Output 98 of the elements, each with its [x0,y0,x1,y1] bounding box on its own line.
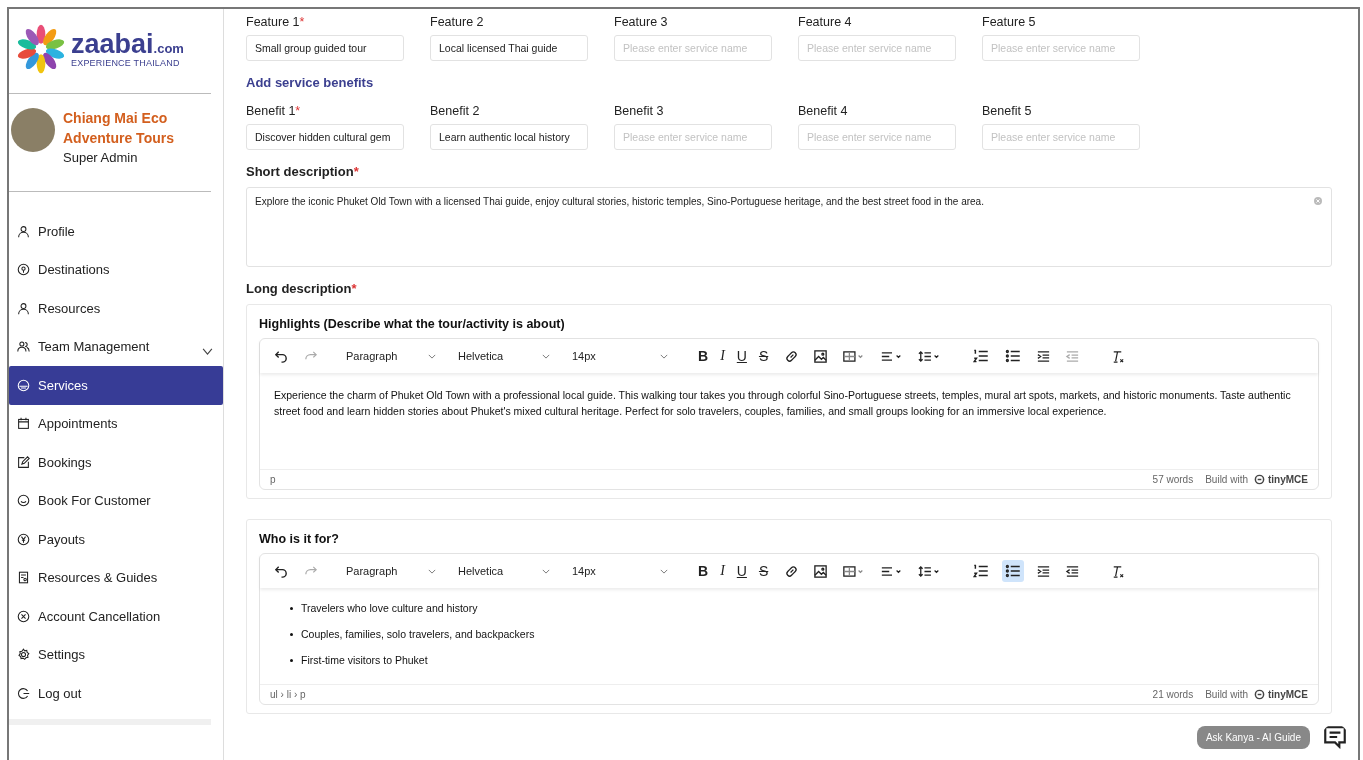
format-button[interactable]: U [732,348,751,364]
list-item: First-time visitors to Phuket [301,654,428,666]
caret-icon[interactable] [660,353,668,359]
document-icon [17,571,30,585]
font-size-dropdown[interactable]: 14px [566,559,674,583]
format-button[interactable]: U [732,563,751,579]
bullet-icon [290,632,293,636]
format-button[interactable]: B [694,348,713,364]
person-icon [17,224,30,238]
cancel-icon [17,609,30,623]
caret-icon[interactable] [542,568,550,574]
field-label: Benefit 5 [982,104,1033,118]
text-input[interactable]: Please enter service name [982,35,1140,61]
field-label: Feature 3 [614,15,669,29]
business-name: Chiang Mai Eco Adventure Tours [63,109,175,148]
logo-tagline: EXPERIENCE THAILAND [71,57,181,68]
field-label: Feature 2 [430,15,485,29]
calendar-icon [17,417,30,431]
sidebar-item[interactable]: Log out [9,674,223,713]
section-label: Long description* [246,281,358,296]
text-input[interactable]: Please enter service name [614,35,772,61]
tinymce-logo-icon [1254,474,1265,485]
tinymce-logo-icon [1254,689,1265,700]
sidebar-item[interactable]: Destinations [9,250,223,289]
caret-icon[interactable] [660,568,668,574]
caret-icon[interactable] [542,353,550,359]
text-input[interactable]: Please enter service name [982,124,1140,150]
brand-credit: Build with [1205,689,1248,700]
text-input[interactable]: Please enter service name [614,124,772,150]
photo-placeholder [11,108,55,152]
text-input[interactable]: Local licensed Thai guide [430,35,588,61]
coin-icon [17,532,30,546]
brand-name: tinyMCE [1268,689,1308,700]
sidebar-item[interactable]: Appointments [9,404,223,443]
bullet-list-icon[interactable] [1002,560,1025,582]
sidebar-item[interactable]: Settings [9,635,223,674]
location-pin-icon [17,263,30,277]
smiley-icon [17,494,30,508]
sidebar-item[interactable]: Account Cancellation [9,597,223,636]
format-button[interactable]: S [754,563,773,579]
edit-icon [17,455,30,469]
brand-name: tinyMCE [1268,474,1308,485]
field-label: Benefit 1* [246,104,302,118]
bullet-icon [290,606,293,610]
block-format-dropdown[interactable]: Paragraph [340,559,442,583]
people-icon [17,340,30,354]
sidebar-item[interactable]: Payouts [9,520,223,559]
word-count: 57 words [1152,474,1194,485]
brand-credit: Build with [1205,474,1248,485]
font-size-dropdown[interactable]: 14px [566,344,674,368]
font-family-dropdown[interactable]: Helvetica [452,559,556,583]
list-item: Travelers who love culture and history [301,602,478,614]
text-input[interactable]: Learn authentic local history [430,124,588,150]
field-label: Feature 5 [982,15,1037,29]
sidebar-item[interactable]: Services [9,366,223,405]
block-format-dropdown[interactable]: Paragraph [340,344,442,368]
text-input[interactable]: Small group guided tour [246,35,404,61]
sidebar-item[interactable]: Book For Customer [9,481,223,520]
service-icon [17,378,30,392]
person-icon [17,301,30,315]
text-input[interactable]: Please enter service name [798,35,956,61]
logo-wordmark: zaabai.com [71,30,184,58]
assistant-tooltip[interactable]: Ask Kanya - AI Guide [1196,725,1310,749]
section-label: Short description* [246,164,360,179]
settings-icon [17,648,30,662]
format-button[interactable]: S [754,348,773,364]
caret-icon[interactable] [428,568,436,574]
sidebar-item[interactable]: Team Management [9,327,223,366]
user-role: Super Admin [63,150,139,165]
field-label: Benefit 4 [798,104,849,118]
field-label: Benefit 2 [430,104,481,118]
sidebar-item[interactable]: Resources [9,289,223,328]
element-path: ul › li › p [270,689,306,700]
text-input[interactable]: Discover hidden cultural gem [246,124,404,150]
flower-logo-icon [15,23,67,75]
short-description-field[interactable]: Explore the iconic Phuket Old Town with a licensed Thai guide, enjoy cultural stories, historic temples, Sino-Portuguese heritage, and the best street food in the area. [246,187,1332,267]
format-button[interactable]: I [716,348,729,364]
field-label: Feature 4 [798,15,853,29]
word-count: 21 words [1152,689,1194,700]
chevron-icon[interactable] [202,348,213,356]
editor-title: Highlights (Describe what the tour/activity is about) [259,317,566,331]
list-item: Couples, families, solo travelers, and backpackers [301,628,535,640]
caret-icon[interactable] [428,353,436,359]
font-family-dropdown[interactable]: Helvetica [452,344,556,368]
editor-title: Who is it for? [259,532,340,546]
field-label: Benefit 3 [614,104,665,118]
logout-icon [17,686,30,700]
bullet-icon [290,658,293,662]
sidebar-item[interactable]: Resources & Guides [9,558,223,597]
text-input[interactable]: Please enter service name [798,124,956,150]
format-button[interactable]: I [716,563,729,579]
editor-paragraph: Experience the charm of Phuket Old Town with a professional local guide. This walking tour takes you through colorful Sino-Portuguese streets, temples, mural art spots, markets, and historic monuments. Taste authentic street food and learn hidden stories about Phuket's mixed cultural heritage. Perfect for solo travelers, couples, families, and small groups looking for an immersive local experience. [274,388,1292,419]
sidebar-item[interactable]: Bookings [9,443,223,482]
add-benefits-link[interactable]: Add service benefits [246,75,1332,90]
field-label: Feature 1* [246,15,306,29]
sidebar-item[interactable]: Profile [9,212,223,251]
format-button[interactable]: B [694,563,713,579]
element-path: p [270,474,276,485]
